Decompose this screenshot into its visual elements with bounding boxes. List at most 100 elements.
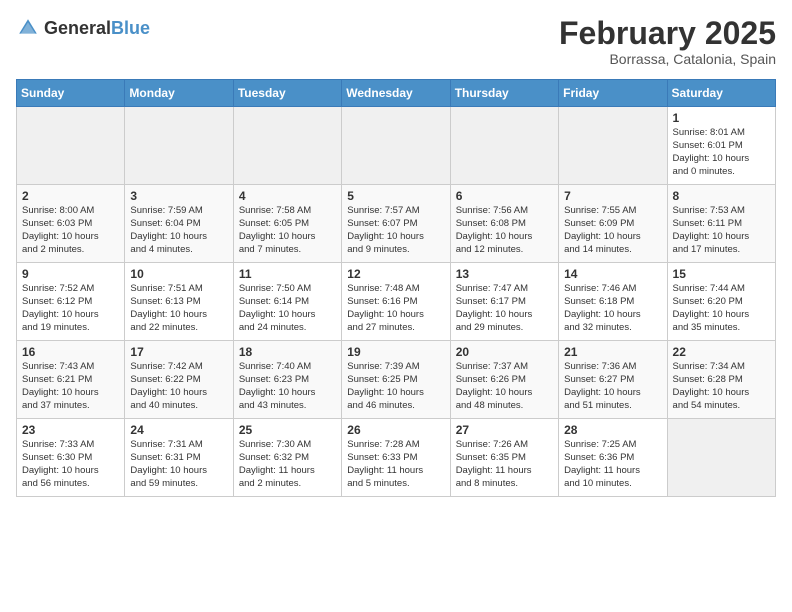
day-number: 16 (22, 345, 119, 359)
calendar-cell: 3Sunrise: 7:59 AM Sunset: 6:04 PM Daylig… (125, 185, 233, 263)
day-info: Sunrise: 7:53 AM Sunset: 6:11 PM Dayligh… (673, 205, 770, 256)
calendar-cell: 24 Sunrise: 7:31 AM Sunset: 6:31 PM Dayli… (125, 419, 233, 497)
calendar-cell (125, 107, 233, 185)
day-info: Sunrise: 7:55 AM Sunset: 6:09 PM Dayligh… (564, 205, 661, 256)
calendar-cell: 22 Sunrise: 7:34 AM Sunset: 6:28 PM Dayli… (667, 341, 775, 419)
calendar-cell: 20 Sunrise: 7:37 AM Sunset: 6:26 PM Dayli… (450, 341, 558, 419)
calendar-cell: 11Sunrise: 7:50 AM Sunset: 6:14 PM Dayli… (233, 263, 341, 341)
day-number: 18 (239, 345, 336, 359)
day-info: Sunrise: 7:26 AM Sunset: 6:35 PM Dayligh… (456, 439, 553, 490)
weekday-header: Friday (559, 80, 667, 107)
logo-general: General (44, 18, 111, 38)
day-number: 9 (22, 267, 119, 281)
calendar-page: GeneralBlue February 2025 Borrassa, Cata… (0, 0, 792, 612)
title-block: February 2025 Borrassa, Catalonia, Spain (559, 16, 776, 67)
calendar-cell: 1Sunrise: 8:01 AM Sunset: 6:01 PM Daylig… (667, 107, 775, 185)
day-info: Sunrise: 7:52 AM Sunset: 6:12 PM Dayligh… (22, 283, 119, 334)
day-info: Sunrise: 7:42 AM Sunset: 6:22 PM Dayligh… (130, 361, 227, 412)
day-number: 12 (347, 267, 444, 281)
day-number: 24 (130, 423, 227, 437)
day-number: 10 (130, 267, 227, 281)
day-info: Sunrise: 7:57 AM Sunset: 6:07 PM Dayligh… (347, 205, 444, 256)
day-info: Sunrise: 7:44 AM Sunset: 6:20 PM Dayligh… (673, 283, 770, 334)
day-number: 27 (456, 423, 553, 437)
calendar-cell: 14 Sunrise: 7:46 AM Sunset: 6:18 PM Dayli… (559, 263, 667, 341)
weekday-header: Saturday (667, 80, 775, 107)
day-number: 7 (564, 189, 661, 203)
calendar-cell: 13 Sunrise: 7:47 AM Sunset: 6:17 PM Dayli… (450, 263, 558, 341)
calendar-cell: 2 Sunrise: 8:00 AM Sunset: 6:03 PM Daylig… (17, 185, 125, 263)
day-info: Sunrise: 8:00 AM Sunset: 6:03 PM Dayligh… (22, 205, 119, 256)
day-info: Sunrise: 7:37 AM Sunset: 6:26 PM Dayligh… (456, 361, 553, 412)
week-row: 1Sunrise: 8:01 AM Sunset: 6:01 PM Daylig… (17, 107, 776, 185)
day-number: 13 (456, 267, 553, 281)
day-number: 8 (673, 189, 770, 203)
weekday-header: Sunday (17, 80, 125, 107)
day-info: Sunrise: 7:47 AM Sunset: 6:17 PM Dayligh… (456, 283, 553, 334)
day-number: 21 (564, 345, 661, 359)
day-number: 15 (673, 267, 770, 281)
calendar-cell (559, 107, 667, 185)
calendar-cell (667, 419, 775, 497)
calendar-cell: 27 Sunrise: 7:26 AM Sunset: 6:35 PM Dayli… (450, 419, 558, 497)
month-title: February 2025 (559, 16, 776, 51)
day-number: 22 (673, 345, 770, 359)
day-number: 23 (22, 423, 119, 437)
calendar-cell: 28 Sunrise: 7:25 AM Sunset: 6:36 PM Dayli… (559, 419, 667, 497)
calendar-cell: 25Sunrise: 7:30 AM Sunset: 6:32 PM Dayli… (233, 419, 341, 497)
day-info: Sunrise: 7:40 AM Sunset: 6:23 PM Dayligh… (239, 361, 336, 412)
day-number: 6 (456, 189, 553, 203)
calendar-cell (342, 107, 450, 185)
week-row: 16Sunrise: 7:43 AM Sunset: 6:21 PM Dayli… (17, 341, 776, 419)
header-row: SundayMondayTuesdayWednesdayThursdayFrid… (17, 80, 776, 107)
day-info: Sunrise: 7:31 AM Sunset: 6:31 PM Dayligh… (130, 439, 227, 490)
day-info: Sunrise: 7:36 AM Sunset: 6:27 PM Dayligh… (564, 361, 661, 412)
weekday-header: Monday (125, 80, 233, 107)
day-number: 14 (564, 267, 661, 281)
logo-icon (16, 16, 40, 40)
day-info: Sunrise: 7:51 AM Sunset: 6:13 PM Dayligh… (130, 283, 227, 334)
day-info: Sunrise: 7:33 AM Sunset: 6:30 PM Dayligh… (22, 439, 119, 490)
week-row: 9 Sunrise: 7:52 AM Sunset: 6:12 PM Daylig… (17, 263, 776, 341)
weekday-header: Thursday (450, 80, 558, 107)
calendar-cell: 23 Sunrise: 7:33 AM Sunset: 6:30 PM Dayli… (17, 419, 125, 497)
day-number: 20 (456, 345, 553, 359)
calendar-cell (233, 107, 341, 185)
day-info: Sunrise: 7:34 AM Sunset: 6:28 PM Dayligh… (673, 361, 770, 412)
calendar-cell: 18 Sunrise: 7:40 AM Sunset: 6:23 PM Dayli… (233, 341, 341, 419)
day-info: Sunrise: 8:01 AM Sunset: 6:01 PM Dayligh… (673, 127, 770, 178)
day-info: Sunrise: 7:46 AM Sunset: 6:18 PM Dayligh… (564, 283, 661, 334)
day-info: Sunrise: 7:48 AM Sunset: 6:16 PM Dayligh… (347, 283, 444, 334)
calendar-cell: 17 Sunrise: 7:42 AM Sunset: 6:22 PM Dayli… (125, 341, 233, 419)
day-info: Sunrise: 7:50 AM Sunset: 6:14 PM Dayligh… (239, 283, 336, 334)
day-info: Sunrise: 7:25 AM Sunset: 6:36 PM Dayligh… (564, 439, 661, 490)
day-number: 3 (130, 189, 227, 203)
calendar-cell: 8 Sunrise: 7:53 AM Sunset: 6:11 PM Daylig… (667, 185, 775, 263)
calendar-cell: 9 Sunrise: 7:52 AM Sunset: 6:12 PM Daylig… (17, 263, 125, 341)
calendar-cell: 15 Sunrise: 7:44 AM Sunset: 6:20 PM Dayli… (667, 263, 775, 341)
day-number: 28 (564, 423, 661, 437)
logo-blue: Blue (111, 18, 150, 38)
header: GeneralBlue February 2025 Borrassa, Cata… (16, 16, 776, 67)
day-number: 2 (22, 189, 119, 203)
logo: GeneralBlue (16, 16, 150, 40)
day-number: 25 (239, 423, 336, 437)
day-number: 17 (130, 345, 227, 359)
calendar-cell: 5 Sunrise: 7:57 AM Sunset: 6:07 PM Daylig… (342, 185, 450, 263)
calendar-cell: 6Sunrise: 7:56 AM Sunset: 6:08 PM Daylig… (450, 185, 558, 263)
calendar-cell (450, 107, 558, 185)
day-number: 26 (347, 423, 444, 437)
calendar-cell: 12 Sunrise: 7:48 AM Sunset: 6:16 PM Dayli… (342, 263, 450, 341)
day-info: Sunrise: 7:39 AM Sunset: 6:25 PM Dayligh… (347, 361, 444, 412)
weekday-header: Wednesday (342, 80, 450, 107)
day-number: 4 (239, 189, 336, 203)
day-info: Sunrise: 7:58 AM Sunset: 6:05 PM Dayligh… (239, 205, 336, 256)
calendar-table: SundayMondayTuesdayWednesdayThursdayFrid… (16, 79, 776, 497)
calendar-cell: 26 Sunrise: 7:28 AM Sunset: 6:33 PM Dayli… (342, 419, 450, 497)
calendar-cell: 10 Sunrise: 7:51 AM Sunset: 6:13 PM Dayli… (125, 263, 233, 341)
calendar-cell (17, 107, 125, 185)
calendar-cell: 4 Sunrise: 7:58 AM Sunset: 6:05 PM Daylig… (233, 185, 341, 263)
day-info: Sunrise: 7:28 AM Sunset: 6:33 PM Dayligh… (347, 439, 444, 490)
calendar-cell: 21 Sunrise: 7:36 AM Sunset: 6:27 PM Dayli… (559, 341, 667, 419)
day-number: 5 (347, 189, 444, 203)
